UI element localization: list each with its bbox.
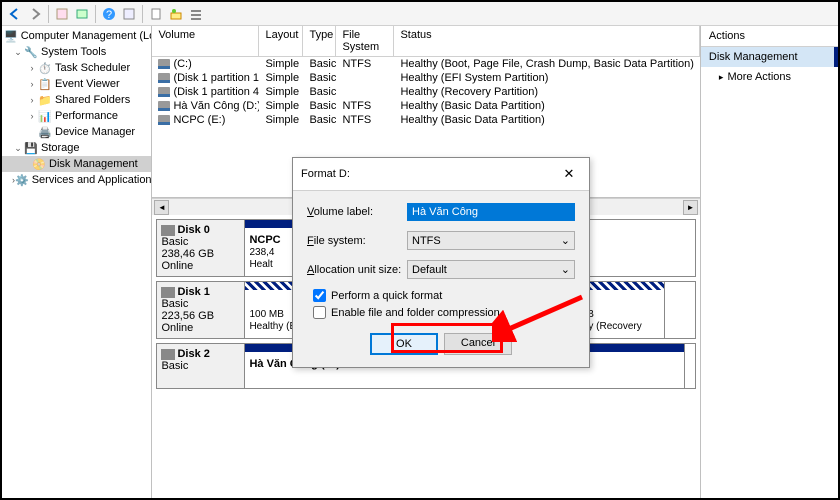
- volume-header-row: Volume Layout Type File System Status: [152, 26, 699, 57]
- disk-info[interactable]: Disk 0Basic238,46 GBOnline: [157, 220, 245, 276]
- tree-label: Storage: [41, 142, 80, 154]
- tree-performance[interactable]: ›📊Performance: [2, 108, 151, 124]
- scroll-left-icon[interactable]: ◄: [154, 200, 169, 215]
- col-status[interactable]: Status: [394, 26, 699, 56]
- compression-checkbox[interactable]: Enable file and folder compression: [313, 306, 575, 319]
- toolbar: ?: [2, 2, 838, 26]
- tree-storage[interactable]: ⌄💾Storage: [2, 140, 151, 156]
- col-volume[interactable]: Volume: [152, 26, 259, 56]
- tree-label: Task Scheduler: [55, 62, 130, 74]
- col-layout[interactable]: Layout: [259, 26, 303, 56]
- forward-icon[interactable]: [26, 5, 44, 23]
- back-icon[interactable]: [6, 5, 24, 23]
- format-dialog: Format D: ✕ Volume label: Hà Văn Công Fi…: [292, 157, 590, 368]
- options-icon[interactable]: [120, 5, 138, 23]
- tree-label: Event Viewer: [55, 78, 120, 90]
- chevron-down-icon: ⌄: [561, 263, 570, 276]
- tree-event-viewer[interactable]: ›📋Event Viewer: [2, 76, 151, 92]
- tree-shared-folders[interactable]: ›📁Shared Folders: [2, 92, 151, 108]
- tree-device-manager[interactable]: 🖨️Device Manager: [2, 124, 151, 140]
- quick-format-checkbox[interactable]: Perform a quick format: [313, 289, 575, 302]
- volume-label-input[interactable]: Hà Văn Công: [407, 203, 575, 221]
- tree-label: Performance: [55, 110, 118, 122]
- col-type[interactable]: Type: [303, 26, 336, 56]
- volume-row[interactable]: Hà Văn Công (D:)SimpleBasicNTFSHealthy (…: [152, 99, 699, 113]
- disk-info[interactable]: Disk 2Basic: [157, 344, 245, 388]
- settings-icon[interactable]: [167, 5, 185, 23]
- cancel-button[interactable]: Cancel: [444, 333, 512, 355]
- list-icon[interactable]: [187, 5, 205, 23]
- tree-label: Computer Management (Local: [21, 30, 153, 42]
- dialog-title: Format D:: [301, 168, 350, 180]
- tree-view: 🖥️Computer Management (Local ⌄🔧System To…: [2, 26, 152, 498]
- svg-text:?: ?: [106, 9, 112, 21]
- allocation-size-select[interactable]: Default⌄: [407, 260, 575, 279]
- actions-group[interactable]: Disk Management: [701, 47, 838, 67]
- tree-system-tools[interactable]: ⌄🔧System Tools: [2, 44, 151, 60]
- tree-label: Device Manager: [55, 126, 135, 138]
- ok-button[interactable]: OK: [370, 333, 438, 355]
- actions-title: Actions: [701, 26, 838, 47]
- help-icon[interactable]: ?: [100, 5, 118, 23]
- volume-row[interactable]: (C:)SimpleBasicNTFSHealthy (Boot, Page F…: [152, 57, 699, 71]
- actions-pane: Actions Disk Management More Actions: [701, 26, 838, 498]
- tree-label: System Tools: [41, 46, 106, 58]
- properties-icon[interactable]: [53, 5, 71, 23]
- scroll-right-icon[interactable]: ►: [683, 200, 698, 215]
- col-fs[interactable]: File System: [336, 26, 394, 56]
- refresh-icon[interactable]: [147, 5, 165, 23]
- tree-root[interactable]: 🖥️Computer Management (Local: [2, 28, 151, 44]
- disk-info[interactable]: Disk 1Basic223,56 GBOnline: [157, 282, 245, 338]
- volume-label-label: Volume label:: [307, 206, 407, 218]
- volume-row[interactable]: NCPC (E:)SimpleBasicNTFSHealthy (Basic D…: [152, 113, 699, 127]
- actions-more[interactable]: More Actions: [701, 67, 838, 87]
- tree-disk-management[interactable]: 📀Disk Management: [2, 156, 151, 172]
- file-system-label: File system:: [307, 235, 407, 247]
- close-icon[interactable]: ✕: [557, 164, 581, 184]
- tree-label: Shared Folders: [55, 94, 130, 106]
- volume-row[interactable]: (Disk 1 partition 4)SimpleBasicHealthy (…: [152, 85, 699, 99]
- allocation-size-label: Allocation unit size:: [307, 264, 407, 276]
- export-icon[interactable]: [73, 5, 91, 23]
- tree-task-scheduler[interactable]: ›⏱️Task Scheduler: [2, 60, 151, 76]
- chevron-down-icon: ⌄: [561, 234, 570, 247]
- tree-label: Services and Applications: [32, 174, 153, 186]
- tree-services[interactable]: ›⚙️Services and Applications: [2, 172, 151, 188]
- file-system-select[interactable]: NTFS⌄: [407, 231, 575, 250]
- tree-label: Disk Management: [49, 158, 138, 170]
- volume-row[interactable]: (Disk 1 partition 1)SimpleBasicHealthy (…: [152, 71, 699, 85]
